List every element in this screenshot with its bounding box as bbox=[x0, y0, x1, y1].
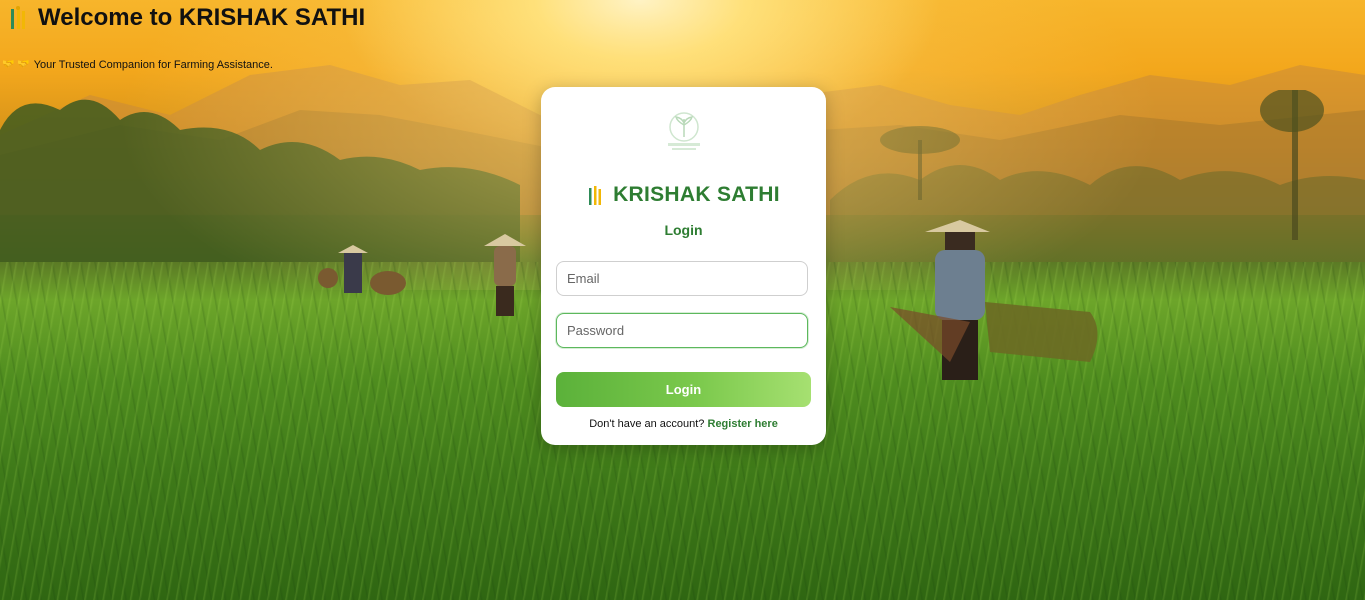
email-field[interactable] bbox=[556, 261, 808, 296]
login-heading: Login bbox=[664, 222, 703, 238]
farmer-figure bbox=[890, 220, 1098, 380]
farmer-figure bbox=[484, 234, 526, 316]
password-field[interactable] bbox=[556, 313, 808, 348]
login-page: Welcome to KRISHAK SATHI 🤝 🤝 Your Truste… bbox=[0, 0, 1365, 600]
register-prompt-text: Don't have an account? bbox=[589, 418, 705, 430]
leaf-seal-icon bbox=[668, 112, 700, 150]
brand: KRISHAK SATHI bbox=[541, 183, 826, 207]
tagline-text: Your Trusted Companion for Farming Assis… bbox=[33, 59, 273, 71]
wheat-icon bbox=[11, 6, 25, 29]
tagline: 🤝 🤝 Your Trusted Companion for Farming A… bbox=[2, 59, 273, 71]
farmer-figure bbox=[318, 245, 406, 295]
welcome-header: Welcome to KRISHAK SATHI bbox=[8, 4, 365, 32]
page-title: Welcome to KRISHAK SATHI bbox=[38, 4, 366, 31]
brand-name: KRISHAK SATHI bbox=[613, 183, 780, 206]
login-button[interactable]: Login bbox=[556, 372, 811, 407]
register-link[interactable]: Register here bbox=[708, 418, 778, 430]
handshake-icon: 🤝 🤝 bbox=[2, 59, 30, 70]
login-card: KRISHAK SATHI Login Login Don't have an … bbox=[541, 87, 826, 445]
wheat-icon bbox=[589, 186, 602, 205]
register-prompt: Don't have an account? Register here bbox=[541, 418, 826, 430]
